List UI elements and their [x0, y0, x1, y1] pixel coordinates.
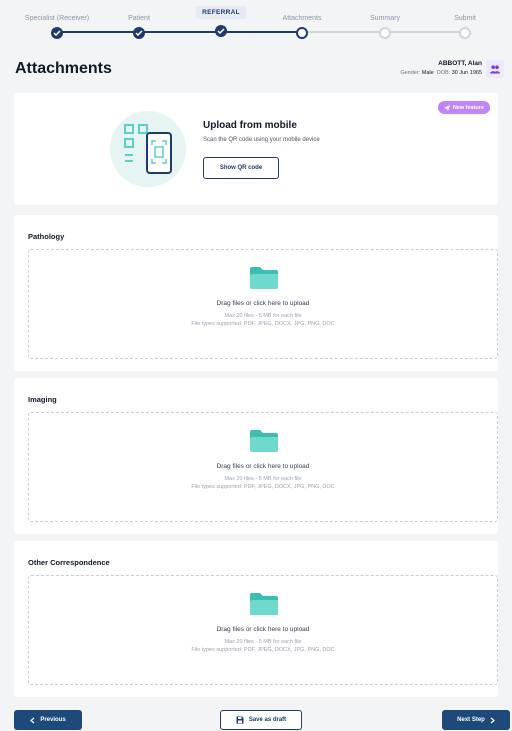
- folder-icon: [250, 267, 278, 289]
- pathology-dropzone[interactable]: Drag files or click here to upload Max 2…: [28, 249, 498, 359]
- step-label: REFERRAL: [196, 6, 246, 19]
- folder-icon: [250, 430, 278, 452]
- patient-name: ABBOTT, Alan: [438, 60, 482, 67]
- save-as-draft-button[interactable]: Save as draft: [220, 710, 302, 730]
- step-label: Specialist (Receiver): [24, 15, 90, 22]
- check-icon: [215, 25, 227, 37]
- step-attachments[interactable]: Attachments: [257, 0, 347, 39]
- save-draft-label: Save as draft: [248, 717, 287, 723]
- next-label: Next Step: [457, 717, 485, 723]
- progress-stepper: Specialist (Receiver) Patient REFERRAL A…: [0, 0, 512, 52]
- previous-button[interactable]: Previous: [14, 710, 82, 730]
- dropzone-text: Drag files or click here to upload: [216, 463, 310, 470]
- pathology-section: Pathology Drag files or click here to up…: [14, 215, 498, 371]
- other-correspondence-section: Other Correspondence Drag files or click…: [14, 541, 498, 697]
- check-icon: [51, 27, 63, 39]
- next-step-button[interactable]: Next Step: [442, 710, 510, 730]
- step-label: Patient: [128, 15, 150, 22]
- dropzone-types: File types supported: PDF, JPEG, DOCX, J…: [191, 321, 335, 327]
- qr-title: Upload from mobile: [203, 120, 297, 131]
- people-icon: [490, 64, 500, 73]
- qr-subtitle: Scan the QR code using your mobile devic…: [203, 137, 320, 143]
- previous-label: Previous: [40, 717, 66, 723]
- new-feature-badge: New feature: [437, 101, 490, 114]
- step-pending-dot: [379, 27, 391, 39]
- step-patient[interactable]: Patient: [94, 0, 184, 39]
- save-icon: [236, 716, 244, 724]
- step-active-dot: [296, 27, 308, 39]
- sparkle-icon: [443, 104, 450, 111]
- patient-details-button[interactable]: [486, 60, 504, 78]
- imaging-dropzone[interactable]: Drag files or click here to upload Max 2…: [28, 412, 498, 522]
- dropzone-limit: Max 20 files - 5 MB for each file: [224, 476, 302, 482]
- dropzone-text: Drag files or click here to upload: [216, 626, 310, 633]
- step-label: Attachments: [282, 15, 322, 22]
- patient-meta: Gender: Male DOB: 30 Jun 1965: [400, 70, 482, 76]
- step-label: Summary: [370, 15, 400, 22]
- dropzone-limit: Max 20 files - 5 MB for each file: [224, 313, 302, 319]
- step-submit[interactable]: Submit: [420, 0, 510, 39]
- step-specialist[interactable]: Specialist (Receiver): [12, 0, 102, 39]
- dropzone-types: File types supported: PDF, JPEG, DOCX, J…: [191, 484, 335, 490]
- step-label: Submit: [454, 15, 476, 22]
- patient-info: ABBOTT, Alan Gender: Male DOB: 30 Jun 19…: [400, 60, 482, 76]
- chevron-right-icon: [490, 717, 495, 723]
- step-referral[interactable]: REFERRAL: [176, 0, 266, 37]
- badge-label: New feature: [452, 104, 484, 111]
- section-title: Imaging: [28, 395, 57, 404]
- chevron-left-icon: [30, 717, 35, 723]
- dropzone-text: Drag files or click here to upload: [216, 300, 310, 307]
- step-summary[interactable]: Summary: [340, 0, 430, 39]
- qr-illustration: [110, 111, 186, 187]
- imaging-section: Imaging Drag files or click here to uplo…: [14, 378, 498, 534]
- folder-icon: [250, 593, 278, 615]
- other-correspondence-dropzone[interactable]: Drag files or click here to upload Max 2…: [28, 575, 498, 685]
- dob-label: DOB:: [436, 70, 451, 76]
- gender-label: Gender:: [400, 70, 421, 76]
- page-title: Attachments: [15, 60, 112, 77]
- dob-value: 30 Jun 1965: [451, 70, 482, 76]
- show-qr-code-button[interactable]: Show QR code: [203, 157, 279, 179]
- dropzone-limit: Max 20 files - 5 MB for each file: [224, 639, 302, 645]
- upload-from-mobile-card: New feature Upload from mobile Scan the …: [14, 93, 498, 205]
- step-pending-dot: [459, 27, 471, 39]
- section-title: Other Correspondence: [28, 558, 110, 567]
- qr-phone-icon: [124, 124, 172, 174]
- gender-value: Male: [421, 70, 434, 76]
- section-title: Pathology: [28, 232, 65, 241]
- dropzone-types: File types supported: PDF, JPEG, DOCX, J…: [191, 647, 335, 653]
- check-icon: [133, 27, 145, 39]
